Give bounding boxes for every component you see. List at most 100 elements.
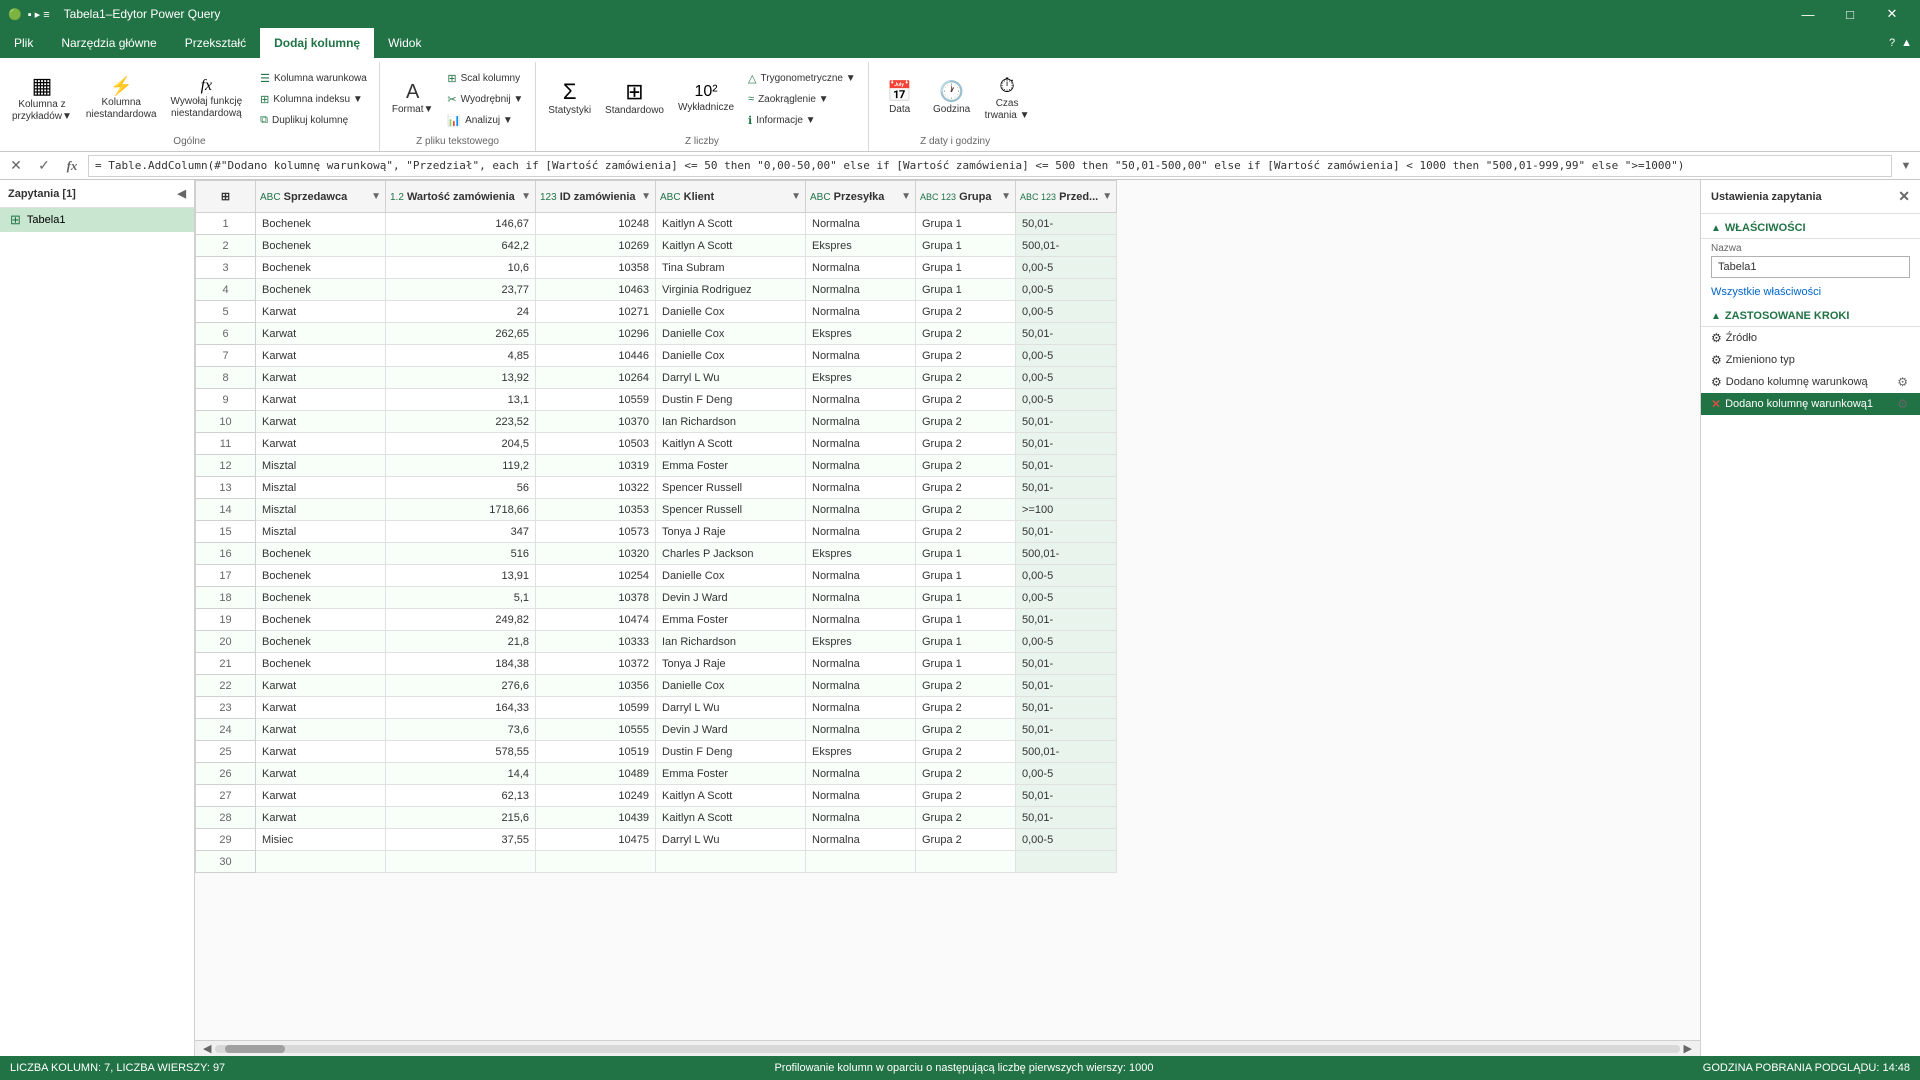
table-row[interactable]: 9Karwat13,110559Dustin F DengNormalnaGru… bbox=[196, 389, 1117, 411]
tab-przeksztalc[interactable]: Przekształć bbox=[171, 28, 260, 58]
scroll-left-button[interactable]: ◀ bbox=[199, 1042, 215, 1055]
formula-fx-button[interactable]: fx bbox=[60, 154, 84, 178]
table-row[interactable]: 13Misztal5610322Spencer RussellNormalnaG… bbox=[196, 477, 1117, 499]
informacje-button[interactable]: ℹ Informacje ▼ bbox=[742, 110, 862, 130]
close-button[interactable]: ✕ bbox=[1872, 0, 1912, 28]
step-zmieniono-typ[interactable]: ⚙ Zmieniono typ bbox=[1701, 349, 1920, 371]
query-settings-close-button[interactable]: ✕ bbox=[1898, 188, 1910, 205]
czas-trwania-button[interactable]: ⏱ Czas trwania ▼ bbox=[979, 69, 1036, 129]
trygonometryczne-button[interactable]: △ Trygonometryczne ▼ bbox=[742, 68, 862, 88]
cell-przedzial: 50,01- bbox=[1016, 697, 1117, 719]
tab-widok[interactable]: Widok bbox=[374, 28, 435, 58]
cell-grupa: Grupa 1 bbox=[916, 543, 1016, 565]
wyodrebnij-icon: ✂ bbox=[447, 93, 456, 106]
filter-przesylka[interactable]: ▼ bbox=[901, 191, 911, 202]
kolumna-z-przykladow-button[interactable]: ▦ Kolumna z przykładów▼ bbox=[6, 69, 78, 129]
table-row[interactable]: 27Karwat62,1310249Kaitlyn A ScottNormaln… bbox=[196, 785, 1117, 807]
table-row[interactable]: 21Bochenek184,3810372Tonya J RajeNormaln… bbox=[196, 653, 1117, 675]
wyodrebnij-button[interactable]: ✂ Wyodrębnij ▼ bbox=[441, 89, 529, 109]
table-row[interactable]: 12Misztal119,210319Emma FosterNormalnaGr… bbox=[196, 455, 1117, 477]
cell-grupa: Grupa 1 bbox=[916, 257, 1016, 279]
row-number: 25 bbox=[196, 741, 256, 763]
table-row[interactable]: 22Karwat276,610356Danielle CoxNormalnaGr… bbox=[196, 675, 1117, 697]
table-row[interactable]: 20Bochenek21,810333Ian RichardsonEkspres… bbox=[196, 631, 1117, 653]
formula-cancel-button[interactable]: ✕ bbox=[4, 154, 28, 178]
data-grid[interactable]: ⊞ ABC Sprzedawca ▼ bbox=[195, 180, 1700, 1040]
step-settings1-button[interactable]: ⚙ bbox=[1895, 397, 1910, 411]
table-row[interactable]: 4Bochenek23,7710463Virginia RodriguezNor… bbox=[196, 279, 1117, 301]
table-row[interactable]: 7Karwat4,8510446Danielle CoxNormalnaGrup… bbox=[196, 345, 1117, 367]
step-dodano-actions: ⚙ bbox=[1895, 375, 1910, 389]
maximize-button[interactable]: □ bbox=[1830, 0, 1870, 28]
formula-expand-button[interactable]: ▼ bbox=[1896, 154, 1916, 178]
table-row[interactable]: 19Bochenek249,8210474Emma FosterNormalna… bbox=[196, 609, 1117, 631]
tab-narzedzia-glowne[interactable]: Narzędzia główne bbox=[47, 28, 170, 58]
filter-klient[interactable]: ▼ bbox=[791, 191, 801, 202]
horizontal-scrollbar[interactable]: ◀ ▶ bbox=[195, 1040, 1700, 1056]
wywolaj-funkcje-button[interactable]: fx Wywołaj funkcję niestandardową bbox=[165, 69, 249, 129]
queries-collapse-button[interactable]: ◀ bbox=[178, 187, 186, 200]
table-row[interactable]: 5Karwat2410271Danielle CoxNormalnaGrupa … bbox=[196, 301, 1117, 323]
minimize-button[interactable]: — bbox=[1788, 0, 1828, 28]
table-row[interactable]: 17Bochenek13,9110254Danielle CoxNormalna… bbox=[196, 565, 1117, 587]
kolumna-indeksu-button[interactable]: ⊞ Kolumna indeksu ▼ bbox=[254, 89, 373, 109]
table-row[interactable]: 25Karwat578,5510519Dustin F DengEkspresG… bbox=[196, 741, 1117, 763]
standardowo-button[interactable]: ⊞ Standardowo bbox=[599, 69, 670, 129]
scrollbar-track[interactable] bbox=[215, 1045, 1679, 1053]
filter-grupa[interactable]: ▼ bbox=[1001, 191, 1011, 202]
step-dodano-kolumne-warunkowa[interactable]: ⚙ Dodano kolumnę warunkową ⚙ bbox=[1701, 371, 1920, 393]
row-number: 5 bbox=[196, 301, 256, 323]
table-row[interactable]: 16Bochenek51610320Charles P JacksonEkspr… bbox=[196, 543, 1117, 565]
query-item-tabela1[interactable]: ⊞ Tabela1 bbox=[0, 208, 194, 232]
table-row[interactable]: 23Karwat164,3310599Darryl L WuNormalnaGr… bbox=[196, 697, 1117, 719]
help-button[interactable]: ? bbox=[1889, 37, 1895, 49]
table-row[interactable]: 10Karwat223,5210370Ian RichardsonNormaln… bbox=[196, 411, 1117, 433]
scrollbar-thumb[interactable] bbox=[225, 1045, 285, 1053]
cell-klient: Emma Foster bbox=[656, 455, 806, 477]
kolumna-warunkowa-button[interactable]: ☰ Kolumna warunkowa bbox=[254, 68, 373, 88]
formula-confirm-button[interactable]: ✓ bbox=[32, 154, 56, 178]
table-row[interactable]: 14Misztal1718,6610353Spencer RussellNorm… bbox=[196, 499, 1117, 521]
step-zrodlo[interactable]: ⚙ Źródło bbox=[1701, 327, 1920, 349]
step-settings-button[interactable]: ⚙ bbox=[1895, 375, 1910, 389]
filter-wartosc[interactable]: ▼ bbox=[521, 191, 531, 202]
table-row[interactable]: 8Karwat13,9210264Darryl L WuEkspresGrupa… bbox=[196, 367, 1117, 389]
table-row[interactable]: 6Karwat262,6510296Danielle CoxEkspresGru… bbox=[196, 323, 1117, 345]
all-properties-link[interactable]: Wszystkie właściwości bbox=[1701, 282, 1920, 302]
tab-dodaj-kolumne[interactable]: Dodaj kolumnę bbox=[260, 28, 374, 58]
table-row[interactable]: 1Bochenek146,6710248Kaitlyn A ScottNorma… bbox=[196, 213, 1117, 235]
ribbon-collapse-button[interactable]: ▲ bbox=[1901, 37, 1912, 49]
cell-klient: Kaitlyn A Scott bbox=[656, 807, 806, 829]
step-dodano-kolumne-warunkowa1[interactable]: ✕ Dodano kolumnę warunkową1 ⚙ bbox=[1701, 393, 1920, 415]
filter-id[interactable]: ▼ bbox=[641, 191, 651, 202]
table-row[interactable]: 30 bbox=[196, 851, 1117, 873]
table-row[interactable]: 3Bochenek10,610358Tina SubramNormalnaGru… bbox=[196, 257, 1117, 279]
scroll-right-button[interactable]: ▶ bbox=[1680, 1042, 1696, 1055]
table-row[interactable]: 2Bochenek642,210269Kaitlyn A ScottEkspre… bbox=[196, 235, 1117, 257]
table-row[interactable]: 11Karwat204,510503Kaitlyn A ScottNormaln… bbox=[196, 433, 1117, 455]
table-row[interactable]: 24Karwat73,610555Devin J WardNormalnaGru… bbox=[196, 719, 1117, 741]
col-header-przesylka: ABC Przesyłka ▼ bbox=[806, 181, 916, 213]
filter-sprzedawca[interactable]: ▼ bbox=[371, 191, 381, 202]
data-button[interactable]: 📅 Data bbox=[875, 69, 925, 129]
scal-kolumny-button[interactable]: ⊞ Scal kolumny bbox=[441, 68, 529, 88]
kolumna-niestandardowa-button[interactable]: ⚡ Kolumna niestandardowa bbox=[80, 69, 163, 129]
name-input[interactable] bbox=[1711, 256, 1910, 278]
filter-przed[interactable]: ▼ bbox=[1102, 191, 1112, 202]
table-row[interactable]: 18Bochenek5,110378Devin J WardNormalnaGr… bbox=[196, 587, 1117, 609]
table-row[interactable]: 15Misztal34710573Tonya J RajeNormalnaGru… bbox=[196, 521, 1117, 543]
cell-przesylka: Normalna bbox=[806, 477, 916, 499]
table-row[interactable]: 29Misiec37,5510475Darryl L WuNormalnaGru… bbox=[196, 829, 1117, 851]
wykladnicze-button[interactable]: 10² Wykładnicze bbox=[672, 69, 740, 129]
table-row[interactable]: 26Karwat14,410489Emma FosterNormalnaGrup… bbox=[196, 763, 1117, 785]
godzina-button[interactable]: 🕐 Godzina bbox=[927, 69, 977, 129]
format-button[interactable]: A Format▼ bbox=[386, 69, 440, 129]
tab-plik[interactable]: Plik bbox=[0, 28, 47, 58]
analizuj-button[interactable]: 📊 Analizuj ▼ bbox=[441, 110, 529, 130]
formula-input[interactable] bbox=[88, 155, 1892, 177]
select-all-icon[interactable]: ⊞ bbox=[221, 190, 230, 203]
statystyki-button[interactable]: Σ Statystyki bbox=[542, 69, 597, 129]
table-row[interactable]: 28Karwat215,610439Kaitlyn A ScottNormaln… bbox=[196, 807, 1117, 829]
zaokraglenie-button[interactable]: ≈ Zaokrąglenie ▼ bbox=[742, 89, 862, 109]
duplikuj-kolumne-button[interactable]: ⧉ Duplikuj kolumnę bbox=[254, 110, 373, 130]
